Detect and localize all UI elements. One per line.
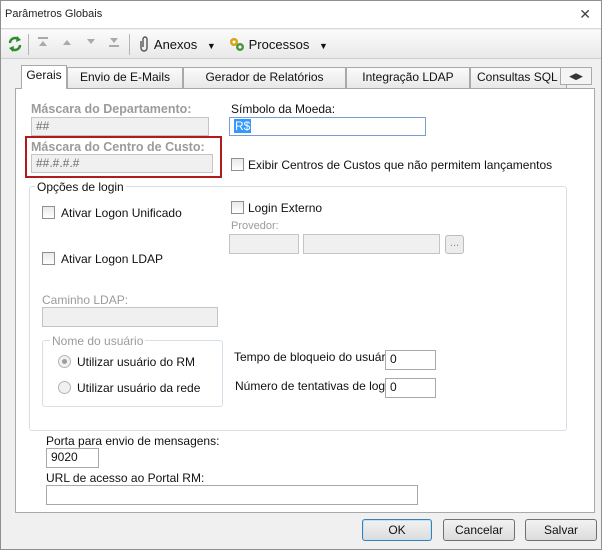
radio-usuario-rm-label: Utilizar usuário do RM: [77, 355, 196, 369]
close-icon[interactable]: ✕: [579, 6, 591, 23]
simbolo-moeda-value: R$: [234, 119, 252, 133]
provedor-label: Provedor:: [231, 220, 279, 232]
gears-icon: [229, 37, 249, 52]
caminho-ldap-label: Caminho LDAP:: [42, 293, 129, 307]
cancel-button[interactable]: Cancelar: [443, 519, 515, 541]
toolbar: Anexos ▼ Processos ▼: [1, 30, 601, 59]
last-record-icon[interactable]: [108, 35, 120, 55]
provedor-code-field[interactable]: [229, 234, 299, 254]
tentativas-login-field[interactable]: 0: [385, 378, 436, 398]
parametros-globais-window: Parâmetros Globais ✕ Anexos ▼ Processos …: [0, 0, 602, 550]
save-button[interactable]: Salvar: [525, 519, 597, 541]
tab-gerais[interactable]: Gerais: [21, 65, 67, 89]
logon-unificado-label: Ativar Logon Unificado: [61, 206, 182, 220]
processos-label: Processos: [248, 37, 310, 52]
nome-usuario-group: [42, 340, 223, 407]
logon-ldap-label: Ativar Logon LDAP: [61, 252, 164, 266]
anexos-menu-button[interactable]: Anexos ▼: [137, 35, 216, 55]
radio-usuario-rm[interactable]: [58, 355, 71, 368]
logon-ldap-checkbox[interactable]: [42, 252, 55, 265]
url-portal-field[interactable]: [46, 485, 418, 505]
tempo-bloqueio-field[interactable]: 0: [385, 350, 436, 370]
first-record-icon[interactable]: [37, 35, 49, 55]
exibir-centros-checkbox[interactable]: [231, 158, 244, 171]
tab-consultas-sql[interactable]: Consultas SQL: [470, 67, 567, 88]
next-record-icon[interactable]: [85, 35, 97, 55]
refresh-icon[interactable]: [7, 35, 23, 55]
anexos-label: Anexos: [153, 37, 198, 52]
mascara-departamento-label: Máscara do Departamento:: [31, 102, 192, 116]
tab-envio-emails[interactable]: Envio de E-Mails: [67, 67, 183, 88]
paperclip-icon: [137, 36, 154, 52]
logon-unificado-checkbox[interactable]: [42, 206, 55, 219]
radio-usuario-rede-label: Utilizar usuário da rede: [77, 381, 201, 395]
ok-button[interactable]: OK: [362, 519, 432, 541]
url-portal-label: URL de acesso ao Portal RM:: [46, 471, 205, 485]
chevron-down-icon: ▼: [206, 41, 216, 51]
tempo-bloqueio-label: Tempo de bloqueio do usuário:: [234, 350, 399, 364]
provedor-lookup-button[interactable]: ...: [445, 235, 464, 254]
processos-menu-button[interactable]: Processos ▼: [229, 35, 328, 55]
tab-strip: Gerais Envio de E-Mails Gerador de Relat…: [15, 65, 595, 89]
tab-gerador-relatorios[interactable]: Gerador de Relatórios: [183, 67, 346, 88]
mascara-departamento-field[interactable]: ##: [31, 117, 209, 136]
tab-integracao-ldap[interactable]: Integração LDAP: [346, 67, 470, 88]
tab-scroll-buttons[interactable]: ◀▶: [560, 67, 592, 85]
simbolo-moeda-label: Símbolo da Moeda:: [231, 102, 336, 116]
opcoes-login-title: Opções de login: [35, 180, 126, 194]
title-bar: Parâmetros Globais ✕: [1, 1, 601, 29]
nome-usuario-title: Nome do usuário: [50, 334, 146, 348]
exibir-centros-label: Exibir Centros de Custos que não permite…: [248, 158, 553, 172]
porta-mensagens-field[interactable]: 9020: [46, 448, 99, 468]
caminho-ldap-field[interactable]: [42, 307, 218, 327]
chevron-down-icon: ▼: [318, 41, 328, 51]
mascara-centro-custo-field[interactable]: ##.#.#.#: [31, 154, 213, 173]
provedor-name-field[interactable]: [303, 234, 440, 254]
login-externo-checkbox[interactable]: [231, 201, 244, 214]
radio-usuario-rede[interactable]: [58, 381, 71, 394]
simbolo-moeda-field[interactable]: R$: [229, 117, 426, 136]
tentativas-login-label: Número de tentativas de login:: [235, 379, 398, 393]
porta-mensagens-label: Porta para envio de mensagens:: [46, 434, 220, 448]
window-title: Parâmetros Globais: [5, 8, 103, 20]
previous-record-icon[interactable]: [61, 35, 73, 55]
mascara-centro-custo-label: Máscara do Centro de Custo:: [31, 140, 205, 154]
login-externo-label: Login Externo: [248, 201, 323, 215]
